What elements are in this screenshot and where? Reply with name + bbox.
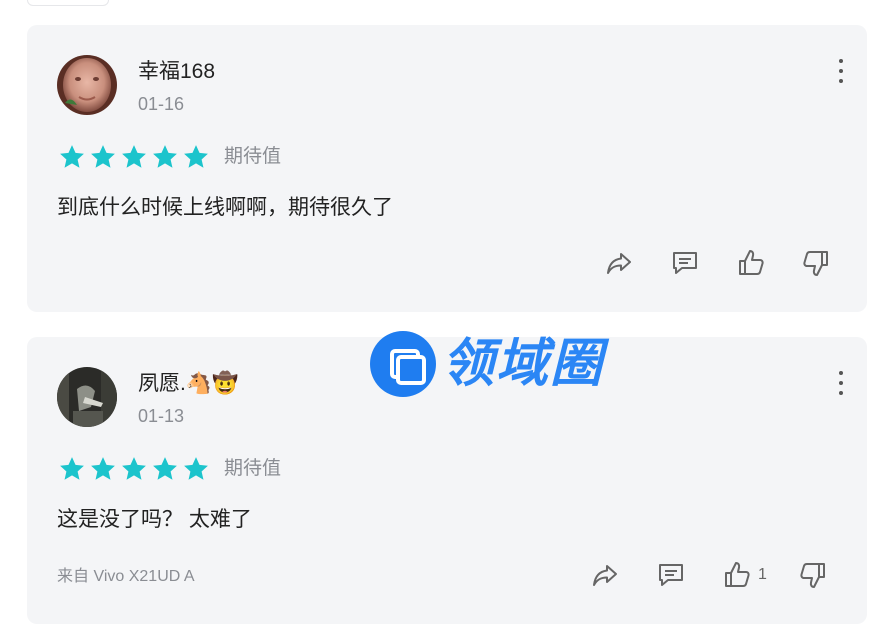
comment-icon — [673, 252, 697, 274]
share-icon — [607, 253, 631, 274]
star-icon — [184, 457, 208, 480]
comment-button[interactable] — [669, 247, 701, 279]
review-card: 幸福168 01-16 期待值 到底什么时候上线啊啊，期待很久了 — [27, 25, 867, 312]
review-text: 这是没了吗？ 太难了 — [57, 508, 252, 531]
review-date: 01-16 — [138, 94, 185, 114]
share-icon — [593, 565, 617, 586]
thumbs-down-icon — [803, 251, 828, 276]
share-button[interactable] — [603, 247, 635, 279]
star-icon — [153, 145, 177, 168]
comment-button[interactable] — [655, 559, 687, 591]
star-icon — [60, 457, 84, 480]
user-avatar[interactable] — [57, 367, 117, 427]
star-icon — [122, 145, 146, 168]
thumbs-up-icon — [725, 562, 750, 587]
thumbs-up-icon — [739, 250, 764, 275]
star-icon — [60, 145, 84, 168]
star-icon — [91, 457, 115, 480]
like-button[interactable]: 1 — [721, 559, 767, 591]
watermark-text: 领域圈 — [442, 335, 605, 393]
review-date: 01-13 — [138, 406, 185, 426]
previous-card-edge — [27, 0, 109, 6]
star-icon — [91, 145, 115, 168]
review-text: 到底什么时候上线啊啊，期待很久了 — [57, 196, 393, 219]
star-rating — [58, 143, 210, 171]
rating-label: 期待值 — [224, 458, 282, 479]
rating-label: 期待值 — [224, 146, 282, 167]
dislike-button[interactable] — [800, 247, 832, 279]
like-button[interactable] — [735, 247, 772, 279]
more-options-icon[interactable] — [837, 59, 845, 83]
star-rating — [58, 455, 210, 483]
review-actions — [603, 247, 832, 279]
share-button[interactable] — [589, 559, 621, 591]
star-icon — [122, 457, 146, 480]
username[interactable]: 幸福168 — [138, 59, 215, 85]
review-actions: 1 — [589, 559, 829, 591]
thumbs-down-icon — [800, 563, 825, 588]
device-source: 来自 Vivo X21UD A — [57, 568, 195, 585]
star-icon — [184, 145, 208, 168]
like-count: 1 — [758, 566, 767, 583]
watermark-logo: 领域圈 — [370, 331, 604, 397]
more-options-icon[interactable] — [837, 371, 845, 395]
dislike-button[interactable] — [797, 559, 829, 591]
username[interactable]: 夙愿.🐴🤠 — [138, 371, 238, 397]
user-avatar[interactable] — [57, 55, 117, 115]
comment-icon — [659, 564, 683, 586]
watermark-logo-icon — [370, 331, 436, 397]
star-icon — [153, 457, 177, 480]
